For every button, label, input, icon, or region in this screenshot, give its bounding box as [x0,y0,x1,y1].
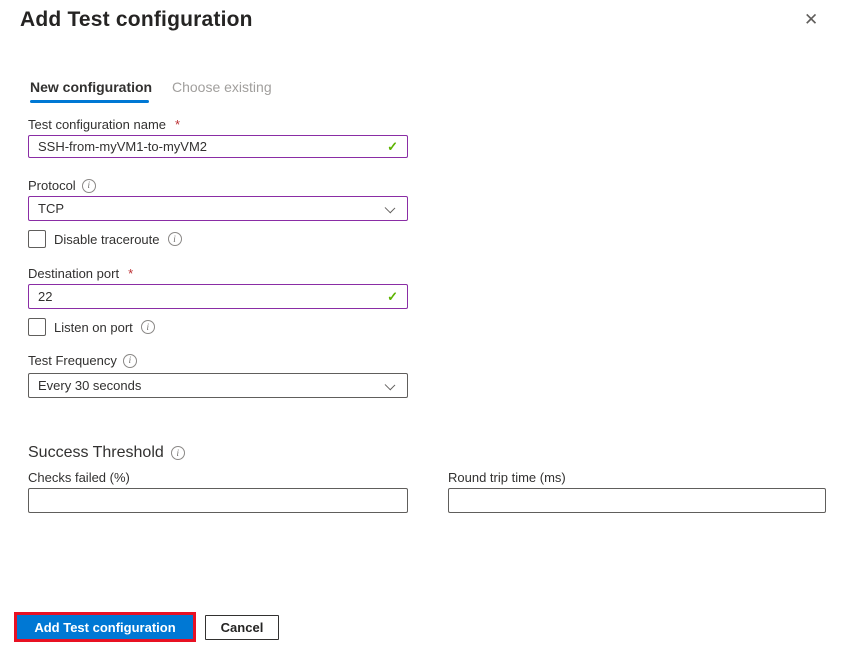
protocol-dropdown[interactable]: TCP [28,196,408,221]
round-trip-time-input[interactable] [449,489,825,512]
test-frequency-selected-value: Every 30 seconds [38,378,141,393]
protocol-selected-value: TCP [38,201,64,216]
destination-port-label: Destination port* [28,266,133,281]
add-test-configuration-dialog: Add Test configuration ✕ New configurati… [0,0,848,657]
red-highlight-annotation: Add Test configuration [14,612,196,642]
active-tab-underline [30,100,149,103]
round-trip-time-label: Round trip time (ms) [448,470,566,485]
chevron-down-icon [385,203,396,214]
success-threshold-heading: Success Threshold i [28,444,185,462]
add-test-configuration-button[interactable]: Add Test configuration [17,615,193,639]
cancel-button[interactable]: Cancel [205,615,279,640]
checks-failed-input[interactable] [29,489,407,512]
listen-on-port-checkbox[interactable] [28,318,46,336]
test-configuration-name-input[interactable] [29,136,407,157]
round-trip-time-field-box [448,488,826,513]
required-asterisk: * [175,117,180,132]
disable-traceroute-label: Disable traceroute [54,232,160,247]
listen-on-port-row: Listen on port i [28,318,155,336]
info-icon[interactable]: i [123,354,137,368]
disable-traceroute-row: Disable traceroute i [28,230,182,248]
protocol-label: Protocol i [28,178,96,193]
tab-choose-existing[interactable]: Choose existing [172,79,272,95]
test-frequency-dropdown[interactable]: Every 30 seconds [28,373,408,398]
checks-failed-field-box [28,488,408,513]
info-icon[interactable]: i [171,446,185,460]
info-icon[interactable]: i [141,320,155,334]
listen-on-port-label: Listen on port [54,320,133,335]
info-icon[interactable]: i [168,232,182,246]
test-configuration-name-field-box: ✓ [28,135,408,158]
chevron-down-icon [385,380,396,391]
required-asterisk: * [128,266,133,281]
test-frequency-label: Test Frequency i [28,353,137,368]
page-title: Add Test configuration [20,8,253,32]
destination-port-input[interactable] [29,285,407,308]
disable-traceroute-checkbox[interactable] [28,230,46,248]
close-icon[interactable]: ✕ [804,11,818,28]
destination-port-field-box: ✓ [28,284,408,309]
test-configuration-name-label: Test configuration name* [28,117,180,132]
checks-failed-label: Checks failed (%) [28,470,130,485]
info-icon[interactable]: i [82,179,96,193]
tab-new-configuration[interactable]: New configuration [30,79,152,95]
